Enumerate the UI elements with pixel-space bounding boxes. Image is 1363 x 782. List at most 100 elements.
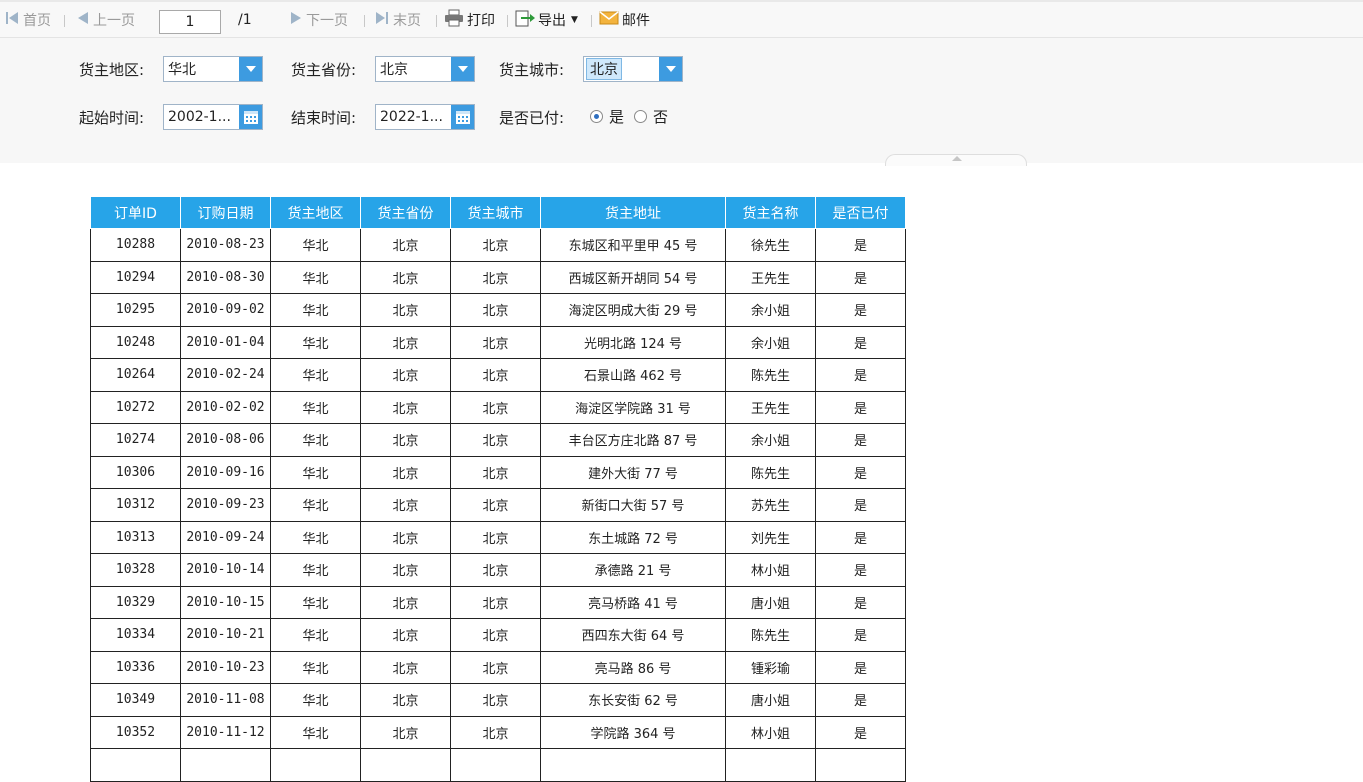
first-page-label: 首页 [23,13,51,29]
city-value: 北京 [586,58,622,80]
start-calendar-button[interactable] [239,105,262,129]
city-dropdown-button[interactable] [659,57,682,81]
table-cell: 北京 [360,683,451,717]
table-cell: 学院路 364 号 [540,715,726,749]
table-cell: 石景山路 462 号 [540,358,726,392]
table-cell: 亮马路 86 号 [540,650,726,684]
column-header-order-date: 订购日期 [180,197,271,229]
table-cell: 2010-10-23 [180,650,271,684]
print-label: 打印 [467,13,495,29]
table-cell: 2010-02-24 [180,358,271,392]
first-page-button[interactable]: 首页 [4,2,51,38]
prev-page-icon [76,10,90,30]
table-cell: 北京 [360,488,451,522]
table-row [90,748,906,782]
table-cell: 徐先生 [725,228,816,262]
prev-page-button[interactable]: 上一页 [76,2,135,38]
first-page-icon [4,10,20,30]
radio-checked-icon [590,109,603,123]
table-cell: 北京 [450,455,541,489]
chevron-down-icon [457,66,468,72]
page-number-input[interactable] [159,10,221,34]
table-cell: 北京 [450,293,541,327]
table-cell: 北京 [360,293,451,327]
paid-no-radio[interactable]: 否 [634,106,668,126]
table-cell: 10349 [90,683,181,717]
mail-button[interactable]: 邮件 [599,2,650,38]
column-header-order-id: 订单ID [90,197,181,229]
table-cell: 西四东大街 64 号 [540,618,726,652]
table-cell: 陈先生 [725,358,816,392]
table-row: 10336 2010-10-23 华北 北京 北京 亮马路 86 号锺彩瑜是 [90,650,906,684]
table-cell: 华北 [270,228,361,262]
table-cell: 锺彩瑜 [725,650,816,684]
table-cell: 林小姐 [725,553,816,587]
table-cell: 2010-11-08 [180,683,271,717]
table-row: 10288 2010-08-23 华北 北京 北京 东城区和平里甲 45 号徐先生是 [90,228,906,262]
table-cell: 华北 [270,520,361,554]
table-cell: 北京 [450,553,541,587]
table-cell: 唐小姐 [725,683,816,717]
toolbar-divider [436,15,437,27]
table-cell: 10274 [90,423,181,457]
collapse-panel-toggle[interactable] [885,154,1027,166]
table-header-row: 订单ID 订购日期 货主地区 货主省份 货主城市 货主地址 货主名称 是否已付 [90,197,906,229]
calendar-icon [455,111,470,124]
table-cell [450,748,541,782]
paid-yes-radio[interactable]: 是 [590,106,624,126]
end-time-label: 结束时间: [291,108,357,127]
table-cell: 北京 [450,520,541,554]
table-cell: 2010-01-04 [180,325,271,359]
print-button[interactable]: 打印 [444,2,495,38]
table-cell: 亮马桥路 41 号 [540,585,726,619]
province-dropdown-button[interactable] [451,57,474,81]
table-cell: 是 [815,325,906,359]
table-cell: 是 [815,585,906,619]
region-label: 货主地区: [79,60,145,79]
table-cell: 北京 [450,358,541,392]
table-cell: 北京 [360,455,451,489]
next-page-label: 下一页 [306,13,348,29]
city-label: 货主城市: [499,60,565,79]
province-select[interactable]: 北京 [375,56,475,82]
table-cell: 华北 [270,618,361,652]
region-select[interactable]: 华北 [163,56,263,82]
table-cell: 10312 [90,488,181,522]
table-cell: 北京 [360,358,451,392]
table-cell: 北京 [450,488,541,522]
last-page-button[interactable]: 末页 [374,2,421,38]
table-cell: 是 [815,228,906,262]
paid-no-label: 否 [653,107,669,126]
province-value: 北京 [380,62,408,78]
table-cell: 是 [815,293,906,327]
table-cell [90,748,181,782]
table-cell: 北京 [450,585,541,619]
toolbar-divider [64,15,65,27]
city-select[interactable]: 北京 [583,56,683,82]
table-cell: 10264 [90,358,181,392]
table-cell: 华北 [270,390,361,424]
table-cell: 苏先生 [725,488,816,522]
region-dropdown-button[interactable] [239,57,262,81]
end-date-picker[interactable]: 2022-1... [375,104,475,130]
table-cell: 北京 [360,618,451,652]
table-cell: 2010-09-23 [180,488,271,522]
export-icon [515,9,535,31]
prev-page-label: 上一页 [93,13,135,29]
table-cell: 东城区和平里甲 45 号 [540,228,726,262]
table-cell [360,748,451,782]
table-cell: 丰台区方庄北路 87 号 [540,423,726,457]
table-cell: 2010-10-21 [180,618,271,652]
last-page-label: 末页 [393,13,421,29]
export-button[interactable]: 导出 ▼ [515,2,578,38]
paid-label: 是否已付: [499,108,565,127]
calendar-icon [243,111,258,124]
table-cell [180,748,271,782]
table-cell: 2010-09-24 [180,520,271,554]
table-cell: 是 [815,488,906,522]
end-calendar-button[interactable] [451,105,474,129]
start-date-picker[interactable]: 2002-1... [163,104,263,130]
next-page-button[interactable]: 下一页 [289,2,348,38]
table-cell: 北京 [360,585,451,619]
table-cell: 华北 [270,260,361,294]
